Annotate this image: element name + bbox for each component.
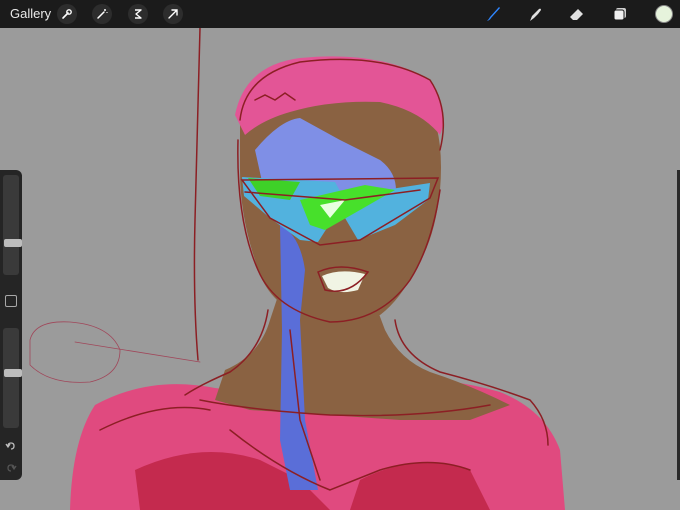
gallery-button[interactable]: Gallery [10, 6, 51, 21]
undo-icon [5, 442, 15, 450]
smudge-icon [530, 8, 541, 21]
brush-size-slider[interactable] [3, 175, 22, 275]
adjustments-button[interactable] [92, 4, 112, 24]
redo-icon [7, 464, 17, 472]
opacity-thumb[interactable] [4, 369, 22, 377]
undo-button[interactable] [3, 438, 19, 454]
drawing-canvas[interactable] [0, 28, 680, 510]
smudge-tool-button[interactable] [525, 4, 545, 24]
brush-icon [487, 7, 500, 21]
magic-wand-icon [97, 9, 108, 19]
transform-arrow-icon [168, 9, 178, 19]
layers-icon [613, 8, 626, 21]
modify-square-icon[interactable] [5, 295, 17, 307]
top-toolbar: Gallery [0, 0, 680, 28]
transform-button[interactable] [163, 4, 183, 24]
color-picker-button[interactable] [655, 5, 673, 23]
wrench-icon [62, 9, 72, 19]
eraser-tool-button[interactable] [567, 4, 587, 24]
actions-wrench-button[interactable] [57, 4, 77, 24]
selection-button[interactable] [128, 4, 148, 24]
opacity-slider[interactable] [3, 328, 22, 428]
selection-icon [135, 9, 142, 19]
brush-tool-button[interactable] [483, 4, 503, 24]
redo-button[interactable] [3, 460, 19, 476]
brush-size-thumb[interactable] [4, 239, 22, 247]
eraser-icon [570, 9, 583, 20]
left-sidebar [0, 170, 22, 480]
layers-button[interactable] [610, 4, 630, 24]
